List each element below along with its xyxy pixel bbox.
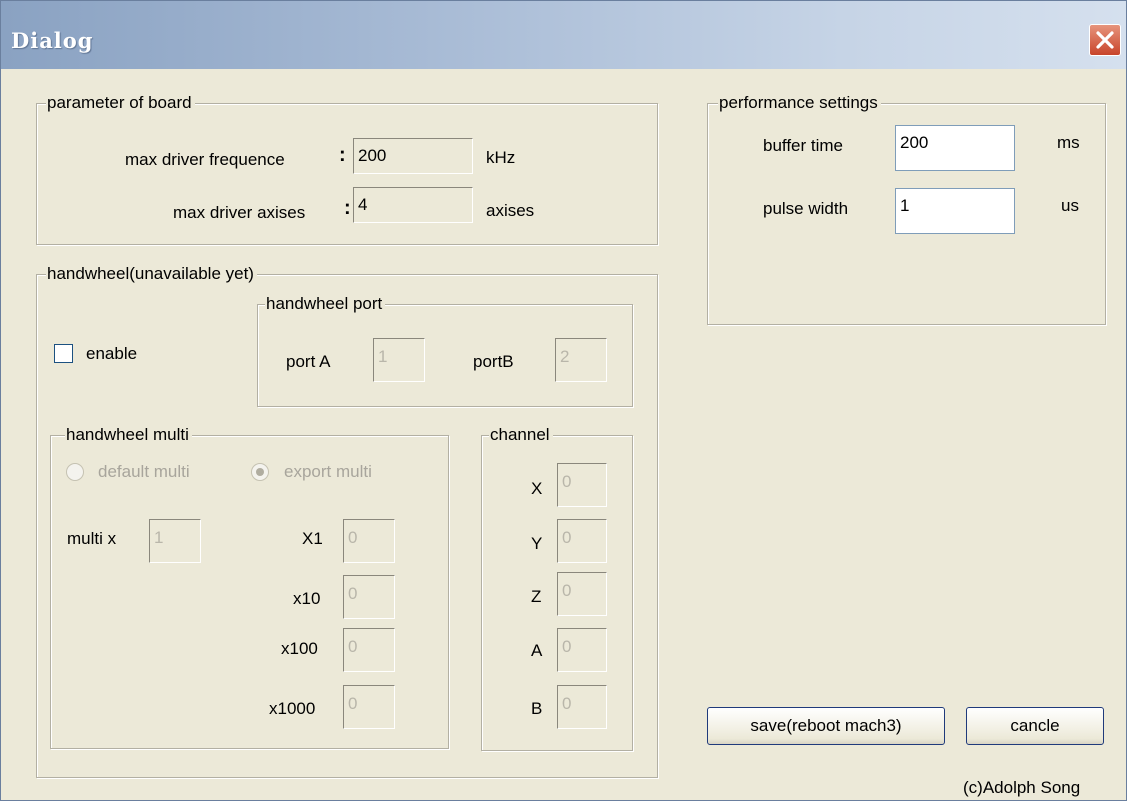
pulse-width-field[interactable]: 1	[895, 188, 1015, 234]
close-button[interactable]	[1089, 24, 1121, 56]
max-axes-label: max driver axises	[173, 203, 306, 222]
buffer-time-label: buffer time	[763, 136, 844, 155]
dialog-window: Dialog parameter of board max driver fre…	[0, 0, 1127, 801]
channel-z-field[interactable]: 0	[557, 572, 607, 616]
handwheel-group-title: handwheel(unavailable yet)	[46, 263, 257, 285]
channel-b-field[interactable]: 0	[557, 685, 607, 729]
board-groupbox	[36, 103, 658, 245]
max-freq-separator: :	[339, 144, 346, 166]
max-freq-unit: kHz	[486, 148, 516, 167]
multi-x10-label: x10	[293, 589, 321, 608]
multi-x100-field[interactable]: 0	[343, 628, 395, 672]
max-axes-unit: axises	[486, 201, 535, 220]
default-multi-label[interactable]: default multi	[98, 461, 190, 483]
pulse-width-unit: us	[1061, 196, 1079, 215]
max-freq-label: max driver frequence	[125, 150, 285, 169]
port-a-label: port A	[286, 352, 331, 371]
multi-x1000-label: x1000	[269, 699, 316, 718]
radio-selected-dot	[256, 468, 264, 476]
performance-title: performance settings	[718, 92, 881, 114]
enable-label[interactable]: enable	[86, 343, 137, 365]
multi-x-field[interactable]: 1	[149, 519, 201, 563]
multi-x1000-field[interactable]: 0	[343, 685, 395, 729]
cancel-button[interactable]: cancle	[966, 707, 1104, 745]
channel-b-label: B	[531, 699, 543, 718]
title-bar[interactable]: Dialog	[1, 1, 1126, 69]
channel-x-field[interactable]: 0	[557, 463, 607, 507]
enable-checkbox[interactable]	[54, 344, 73, 363]
export-multi-radio[interactable]	[251, 463, 269, 481]
multi-x100-label: x100	[281, 639, 318, 658]
channel-title: channel	[489, 424, 553, 446]
multi-x1-label: X1	[302, 529, 323, 548]
multi-x1-field[interactable]: 0	[343, 519, 395, 563]
export-multi-label[interactable]: export multi	[284, 461, 372, 483]
buffer-time-unit: ms	[1057, 133, 1080, 152]
max-axes-field[interactable]: 4	[353, 187, 473, 223]
channel-a-label: A	[531, 641, 543, 660]
buffer-time-field[interactable]: 200	[895, 125, 1015, 171]
window-title: Dialog	[11, 28, 94, 53]
close-icon	[1096, 31, 1114, 49]
channel-a-field[interactable]: 0	[557, 628, 607, 672]
pulse-width-label: pulse width	[763, 199, 849, 218]
max-axes-separator: :	[344, 197, 351, 219]
port-b-field[interactable]: 2	[555, 338, 607, 382]
channel-z-label: Z	[531, 587, 542, 606]
max-freq-field[interactable]: 200	[353, 138, 473, 174]
port-a-field[interactable]: 1	[373, 338, 425, 382]
multi-x10-field[interactable]: 0	[343, 575, 395, 619]
board-group-title: parameter of board	[46, 92, 195, 114]
channel-x-label: X	[531, 479, 543, 498]
handwheel-multi-title: handwheel multi	[65, 424, 192, 446]
default-multi-radio[interactable]	[66, 463, 84, 481]
handwheel-port-title: handwheel port	[265, 293, 386, 315]
channel-y-label: Y	[531, 534, 543, 553]
multi-x-label: multi x	[67, 529, 117, 548]
channel-y-field[interactable]: 0	[557, 519, 607, 563]
port-b-label: portB	[473, 352, 514, 371]
save-button[interactable]: save(reboot mach3)	[707, 707, 945, 745]
credit-text: (c)Adolph Song	[963, 778, 1081, 797]
